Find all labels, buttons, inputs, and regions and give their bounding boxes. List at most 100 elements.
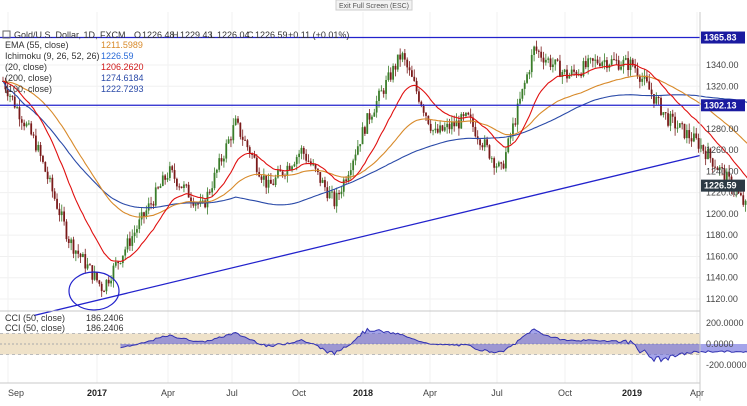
indicator-value: 1222.7293	[101, 84, 144, 94]
candle-body	[341, 192, 343, 194]
resistance-tag-text: 1365.83	[704, 33, 737, 43]
candle-body	[688, 130, 690, 138]
open-value: 1226.48	[142, 30, 175, 40]
candle-body	[235, 119, 237, 126]
candle-body	[23, 123, 25, 126]
candle-body	[660, 98, 662, 115]
candle-body	[371, 117, 373, 120]
candle-body	[545, 60, 547, 63]
indicator-row: Ichimoku (9, 26, 52, 26)1226.59	[5, 51, 134, 61]
candle-body	[451, 122, 453, 129]
current-price-tag: 1226.59	[701, 180, 745, 192]
candle-body	[249, 147, 251, 154]
price-chart: Exit Full Screen (ESC) Gold/U.S. Dollar,…	[0, 0, 747, 401]
candle-body	[662, 112, 664, 115]
candle-body	[247, 140, 249, 147]
indicator-label: (100, close)	[5, 84, 52, 94]
candle-body	[136, 229, 138, 233]
exit-fullscreen-button[interactable]: Exit Full Screen (ESC)	[336, 0, 412, 10]
candle-body	[230, 139, 232, 140]
price-tick-label: 1200.00	[706, 209, 739, 219]
candle-body	[465, 113, 467, 116]
candle-body	[167, 178, 169, 180]
cci-label: CCI (50, close)	[5, 323, 65, 333]
candle-body	[641, 79, 643, 82]
candle-body	[345, 180, 347, 181]
candle-body	[268, 180, 270, 188]
candle-body	[493, 158, 495, 168]
candle-body	[190, 198, 192, 202]
candle-body	[479, 139, 481, 145]
indicator-value: 1206.2620	[101, 62, 144, 72]
candle-body	[538, 51, 540, 52]
candle-body	[155, 187, 157, 205]
candle-body	[348, 175, 350, 181]
close-label: C	[247, 30, 254, 40]
candle-body	[263, 176, 265, 180]
candle-body	[232, 125, 234, 140]
candle-body	[120, 263, 122, 264]
candle-body	[390, 72, 392, 79]
candle-body	[672, 114, 674, 117]
candle-body	[298, 154, 300, 157]
time-label: 2017	[87, 388, 107, 398]
candle-body	[261, 177, 263, 180]
candle-body	[679, 123, 681, 127]
candle-body	[289, 166, 291, 170]
candle-body	[221, 158, 223, 161]
cci-tick-label: 0.0000	[706, 339, 734, 349]
cci-tick-label: 200.0000	[706, 318, 744, 328]
candle-body	[89, 264, 91, 265]
candle-body	[87, 264, 89, 268]
candle-body	[399, 55, 401, 60]
candle-body	[571, 70, 573, 75]
candle-body	[684, 124, 686, 138]
candle-body	[21, 119, 23, 122]
candle-body	[122, 256, 124, 263]
candle-body	[98, 280, 100, 283]
candle-body	[503, 164, 505, 169]
candle-body	[195, 204, 197, 206]
candle-body	[486, 139, 488, 145]
candle-body	[500, 162, 502, 163]
candle-body	[103, 291, 105, 292]
indicator-label: (20, close)	[5, 62, 47, 72]
candle-body	[164, 175, 166, 179]
candle-body	[30, 123, 32, 134]
candle-body	[75, 251, 77, 254]
candle-body	[409, 67, 411, 70]
indicator-value: 1274.6184	[101, 73, 144, 83]
candle-body	[698, 138, 700, 149]
candle-body	[56, 199, 58, 209]
price-tick-label: 1320.00	[706, 81, 739, 91]
candle-body	[277, 170, 279, 177]
candle-body	[446, 124, 448, 127]
candle-body	[686, 130, 688, 138]
candle-body	[265, 176, 267, 188]
low-value: 1226.04	[217, 30, 250, 40]
candle-body	[366, 113, 368, 134]
candle-body	[601, 62, 603, 66]
candle-body	[519, 99, 521, 104]
indicator-value: 1211.5989	[101, 40, 143, 50]
cci-label: CCI (50, close)	[5, 313, 65, 323]
candle-body	[272, 184, 274, 185]
candle-body	[418, 91, 420, 101]
candle-body	[557, 59, 559, 60]
candle-body	[9, 96, 11, 97]
time-label: 2018	[353, 388, 373, 398]
candle-body	[599, 63, 601, 66]
candle-body	[106, 280, 108, 291]
candle-body	[427, 116, 429, 124]
candle-body	[51, 178, 53, 192]
candle-body	[634, 65, 636, 68]
exit-fullscreen-label: Exit Full Screen (ESC)	[339, 3, 409, 10]
candle-body	[388, 72, 390, 80]
open-label: O	[134, 30, 141, 40]
candle-body	[383, 90, 385, 93]
candle-body	[611, 59, 613, 65]
candle-body	[613, 59, 615, 60]
candle-body	[115, 262, 117, 266]
candle-body	[357, 146, 359, 154]
candle-body	[218, 158, 220, 170]
